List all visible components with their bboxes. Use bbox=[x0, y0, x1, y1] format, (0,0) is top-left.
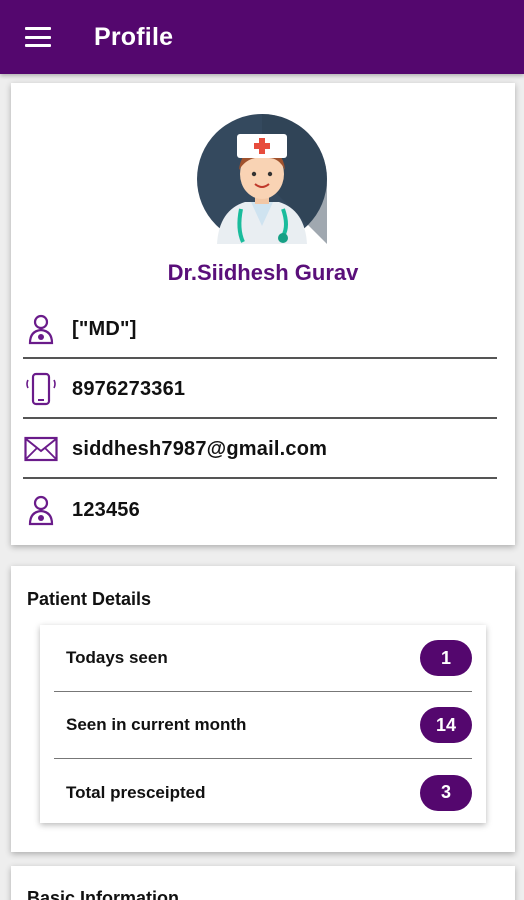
patient-details-card: Patient Details Todays seen 1 Seen in cu… bbox=[11, 566, 515, 852]
doctor-icon bbox=[23, 492, 59, 528]
phone-row[interactable]: 8976273361 bbox=[23, 361, 497, 419]
page-title: Profile bbox=[94, 22, 174, 51]
patient-details-title: Patient Details bbox=[27, 589, 152, 609]
app-bar: Profile bbox=[0, 0, 524, 74]
email-address: siddhesh7987@gmail.com bbox=[72, 437, 328, 460]
phone-icon bbox=[23, 371, 59, 407]
stat-row-todays-seen[interactable]: Todays seen 1 bbox=[54, 625, 472, 692]
mail-icon bbox=[23, 431, 59, 467]
registration-number: 123456 bbox=[72, 498, 140, 521]
count-badge: 3 bbox=[420, 774, 472, 811]
qualification-text: ["MD"] bbox=[72, 317, 137, 340]
doctor-icon bbox=[23, 311, 59, 347]
stat-row-total-prescribed[interactable]: Total presceipted 3 bbox=[54, 759, 472, 826]
email-row[interactable]: siddhesh7987@gmail.com bbox=[23, 421, 497, 479]
stat-row-current-month[interactable]: Seen in current month 14 bbox=[54, 692, 472, 759]
basic-information-title: Basic Information bbox=[27, 888, 180, 900]
stat-label: Total presceipted bbox=[66, 782, 206, 802]
stat-label: Todays seen bbox=[66, 648, 168, 667]
doctor-name: Dr.Siidhesh Gurav bbox=[167, 260, 359, 285]
qualification-row: ["MD"] bbox=[23, 301, 497, 359]
count-badge: 14 bbox=[420, 707, 472, 743]
hamburger-menu-icon[interactable] bbox=[25, 27, 51, 47]
doctor-avatar-icon bbox=[197, 114, 327, 244]
registration-row: 123456 bbox=[23, 481, 497, 539]
stat-label: Seen in current month bbox=[66, 715, 247, 734]
basic-information-card: Basic Information bbox=[11, 866, 515, 900]
phone-number: 8976273361 bbox=[72, 377, 186, 400]
count-badge: 1 bbox=[420, 640, 472, 676]
patient-stats-card: Todays seen 1 Seen in current month 14 T… bbox=[40, 625, 486, 823]
profile-card: Dr.Siidhesh Gurav ["MD"] 8976273361 sidd… bbox=[11, 83, 515, 545]
